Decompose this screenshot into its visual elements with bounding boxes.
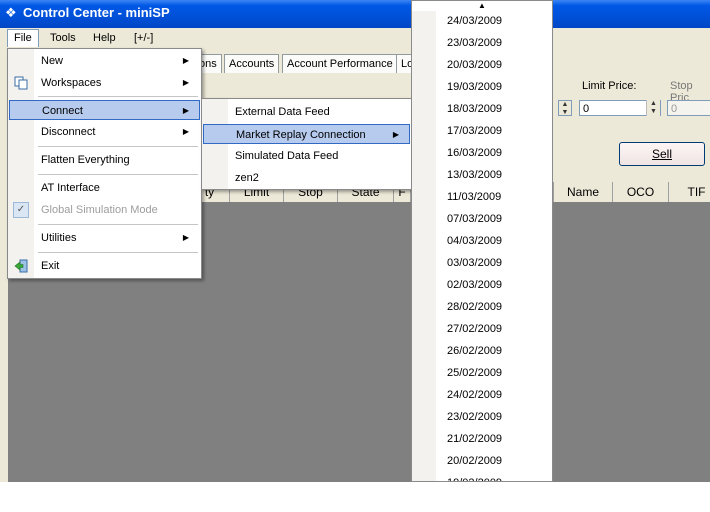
submenu-arrow-icon: ▶ — [182, 127, 189, 136]
file-menu-item-exit-label: Exit — [41, 260, 60, 272]
file-menu-item-workspaces[interactable]: Workspaces ▶ — [10, 73, 199, 93]
column-tif[interactable]: TIF — [669, 182, 710, 202]
menu-separator — [38, 146, 198, 147]
connect-item-external-data-feed-label: External Data Feed — [235, 106, 330, 118]
column-name[interactable]: Name — [553, 182, 613, 202]
window-title: Control Center - miniSP — [23, 5, 170, 20]
checkmark-icon: ✓ — [13, 202, 29, 218]
tab-account-performance[interactable]: Account Performance — [282, 54, 398, 73]
replay-date-item[interactable]: 19/03/2009 — [447, 76, 502, 98]
menu-file[interactable]: File — [7, 29, 39, 47]
replay-date-item[interactable]: 27/02/2009 — [447, 318, 502, 340]
replay-date-item[interactable]: 25/02/2009 — [447, 362, 502, 384]
replay-date-item[interactable]: 24/02/2009 — [447, 384, 502, 406]
replay-date-item[interactable]: 04/03/2009 — [447, 230, 502, 252]
exit-icon — [14, 259, 28, 273]
market-replay-date-menu: ▲ 24/03/2009 23/03/2009 20/03/2009 19/03/20… — [411, 0, 553, 482]
file-menu-item-disconnect-label: Disconnect — [41, 126, 96, 138]
file-menu-item-at-interface[interactable]: AT Interface — [10, 178, 199, 198]
tab-accounts[interactable]: Accounts — [224, 54, 280, 73]
limit-price-spin-button[interactable]: ▲ ▼ — [646, 100, 660, 116]
replay-date-item[interactable]: 11/03/2009 — [447, 186, 501, 208]
file-menu-item-utilities[interactable]: Utilities ▶ — [10, 228, 199, 248]
file-menu-item-disconnect[interactable]: Disconnect ▶ — [10, 122, 199, 142]
file-menu-item-exit[interactable]: Exit — [10, 256, 199, 276]
sell-button[interactable]: Sell — [619, 142, 705, 166]
limit-price-label: Limit Price: — [582, 80, 637, 92]
replay-date-item[interactable]: 03/03/2009 — [447, 252, 502, 274]
submenu-arrow-icon: ▶ — [182, 233, 189, 242]
file-menu-item-flatten-everything[interactable]: Flatten Everything — [10, 150, 199, 170]
workspaces-icon — [14, 76, 28, 90]
file-menu-item-global-simulation-mode-label: Global Simulation Mode — [41, 204, 158, 216]
submenu-arrow-icon: ▶ — [392, 130, 399, 139]
menu-separator — [38, 96, 198, 97]
file-menu-item-connect[interactable]: Connect ▶ — [9, 100, 200, 120]
date-menu-gutter — [412, 11, 436, 481]
file-menu-item-at-interface-label: AT Interface — [41, 182, 100, 194]
connect-item-zen2-label: zen2 — [235, 172, 259, 184]
menu-bar: File Tools Help [+/-] — [0, 28, 710, 48]
file-menu-item-flatten-everything-label: Flatten Everything — [41, 154, 130, 166]
quantity-spin-button[interactable]: ▲ ▼ — [558, 100, 572, 116]
file-menu-item-global-simulation-mode[interactable]: ✓ Global Simulation Mode — [10, 200, 199, 220]
submenu-arrow-icon: ▶ — [182, 56, 189, 65]
limit-price-value: 0 — [583, 103, 590, 115]
connect-item-market-replay-connection-label: Market Replay Connection — [236, 129, 366, 141]
menu-tools[interactable]: Tools — [44, 30, 82, 47]
stop-price-value: 0 — [671, 103, 678, 115]
stop-price-input[interactable]: 0 — [667, 100, 710, 116]
replay-date-item[interactable]: 20/03/2009 — [447, 54, 502, 76]
file-menu-item-utilities-label: Utilities — [41, 232, 77, 244]
replay-date-item[interactable]: 28/02/2009 — [447, 296, 502, 318]
replay-date-item[interactable]: 13/03/2009 — [447, 164, 502, 186]
menu-help[interactable]: Help — [87, 30, 122, 47]
replay-date-item[interactable]: 02/03/2009 — [447, 274, 502, 296]
column-oco[interactable]: OCO — [613, 182, 669, 202]
menu-separator — [38, 174, 198, 175]
file-menu-item-new[interactable]: New ▶ — [10, 51, 199, 71]
menu-separator — [38, 252, 198, 253]
file-menu: New ▶ Workspaces ▶ Connect ▶ Disconnect … — [7, 48, 202, 279]
file-menu-item-new-label: New — [41, 55, 64, 67]
connect-item-external-data-feed[interactable]: External Data Feed — [204, 102, 409, 122]
connect-item-simulated-data-feed-label: Simulated Data Feed — [235, 150, 339, 162]
connect-submenu: External Data Feed Market Replay Connect… — [201, 98, 412, 190]
connect-item-market-replay-connection[interactable]: Market Replay Connection ▶ — [203, 124, 410, 144]
submenu-arrow-icon: ▶ — [182, 106, 189, 115]
replay-date-item[interactable]: 18/03/2009 — [447, 98, 502, 120]
sell-button-label: Sell — [651, 147, 672, 161]
submenu-arrow-icon: ▶ — [182, 78, 189, 87]
connect-item-zen2[interactable]: zen2 — [204, 168, 409, 188]
connect-item-simulated-data-feed[interactable]: Simulated Data Feed — [204, 146, 409, 166]
file-menu-item-workspaces-label: Workspaces — [41, 77, 102, 89]
replay-date-item[interactable]: 19/02/2009 — [447, 472, 502, 481]
replay-date-item[interactable]: 07/03/2009 — [447, 208, 502, 230]
menu-expand-toggle[interactable]: [+/-] — [128, 30, 159, 47]
replay-date-item[interactable]: 20/02/2009 — [447, 450, 502, 472]
replay-date-item[interactable]: 16/03/2009 — [447, 142, 502, 164]
replay-date-item[interactable]: 23/03/2009 — [447, 32, 502, 54]
replay-date-item[interactable]: 21/02/2009 — [447, 428, 502, 450]
replay-date-item[interactable]: 17/03/2009 — [447, 120, 502, 142]
menu-separator — [38, 224, 198, 225]
title-bar[interactable]: ❖ Control Center - miniSP — [0, 0, 710, 28]
replay-date-item[interactable]: 24/03/2009 — [447, 10, 502, 32]
replay-date-item[interactable]: 26/02/2009 — [447, 340, 502, 362]
file-menu-item-connect-label: Connect — [42, 105, 83, 117]
replay-date-item[interactable]: 23/02/2009 — [447, 406, 502, 428]
app-diamond-icon: ❖ — [5, 5, 17, 20]
